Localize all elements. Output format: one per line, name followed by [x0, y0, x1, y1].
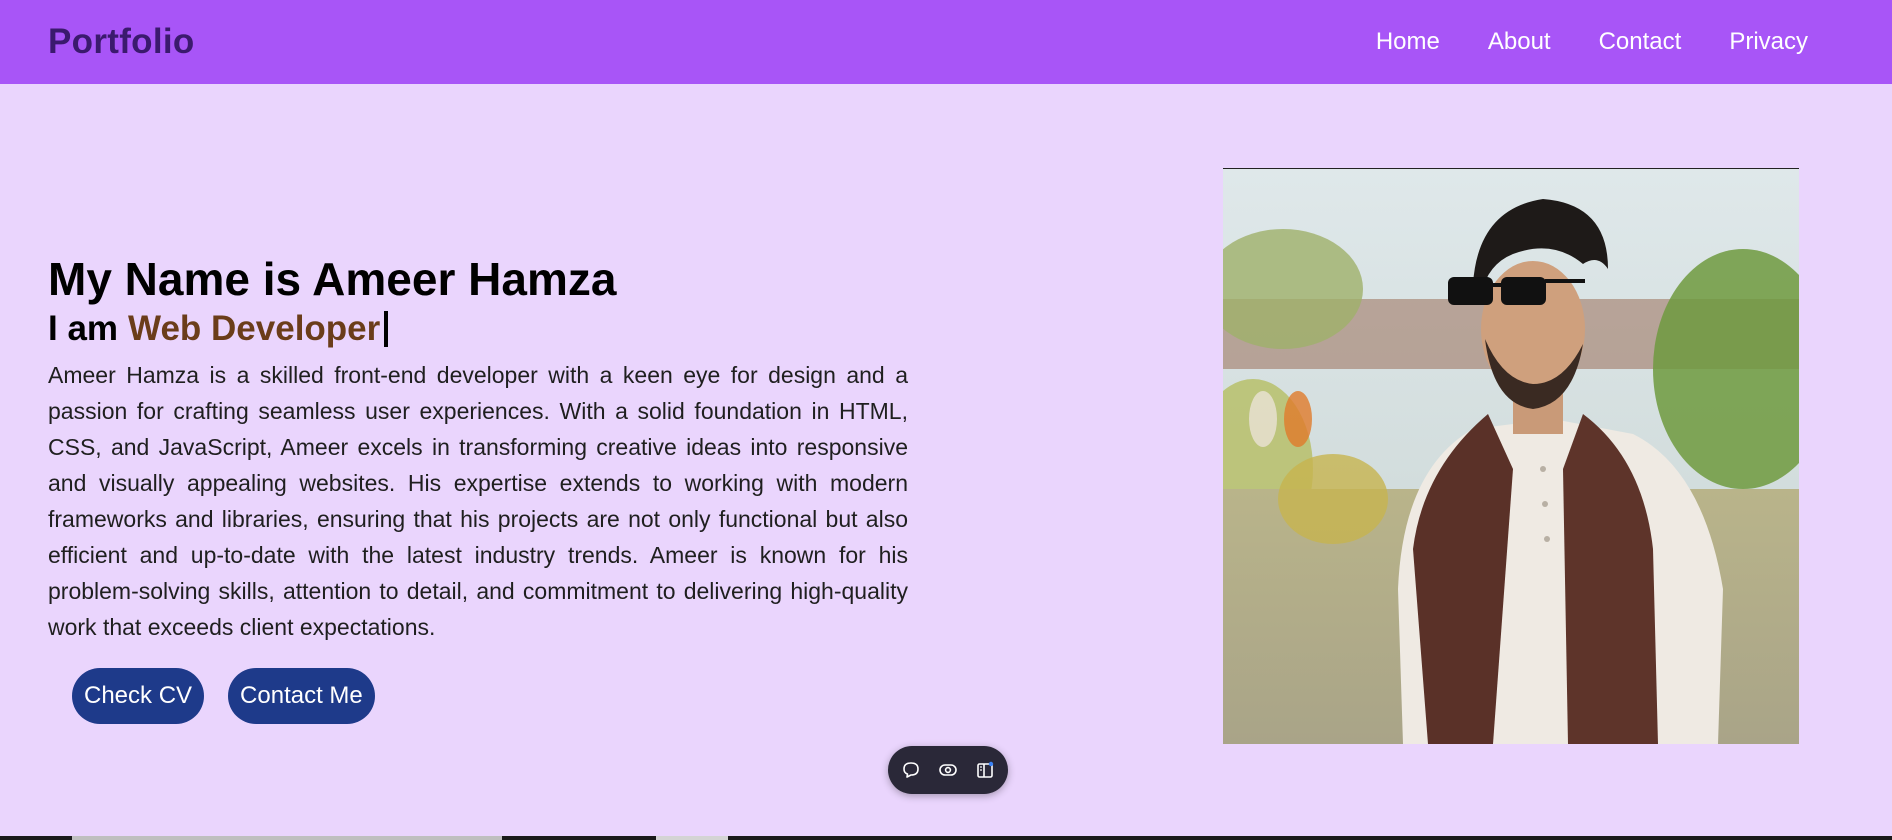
navbar: Portfolio Home About Contact Privacy: [0, 0, 1892, 84]
sidebar-panel-icon[interactable]: [971, 756, 999, 784]
bio-paragraph: Ameer Hamza is a skilled front-end devel…: [48, 361, 908, 640]
hero-subtitle: I am Web Developer: [48, 307, 908, 351]
hero-title: My Name is Ameer Hamza: [48, 253, 617, 305]
hero-section: My Name is Ameer Hamza I am Web Develope…: [48, 252, 908, 645]
check-cv-button[interactable]: Check CV: [72, 668, 205, 724]
nav-link-privacy[interactable]: Privacy: [1729, 28, 1808, 56]
contact-me-button[interactable]: Contact Me: [228, 668, 375, 724]
profile-photo: [1223, 168, 1799, 744]
eye-icon[interactable]: [934, 756, 962, 784]
nav-link-about[interactable]: About: [1488, 28, 1551, 56]
bottom-scroll-segment: [656, 836, 728, 840]
typing-cursor: [384, 311, 389, 348]
nav-link-contact[interactable]: Contact: [1599, 28, 1682, 56]
subtitle-prefix: I am: [48, 309, 119, 349]
typed-role: Web Developer: [128, 309, 381, 349]
nav-link-home[interactable]: Home: [1376, 28, 1440, 56]
brand-logo[interactable]: Portfolio: [48, 22, 195, 62]
hero-buttons: Check CV Contact Me: [72, 668, 375, 724]
nav-links: Home About Contact Privacy: [1376, 28, 1808, 56]
comment-icon[interactable]: [897, 756, 925, 784]
bottom-scroll-segment: [72, 836, 502, 840]
floating-toolbar: [888, 746, 1008, 794]
